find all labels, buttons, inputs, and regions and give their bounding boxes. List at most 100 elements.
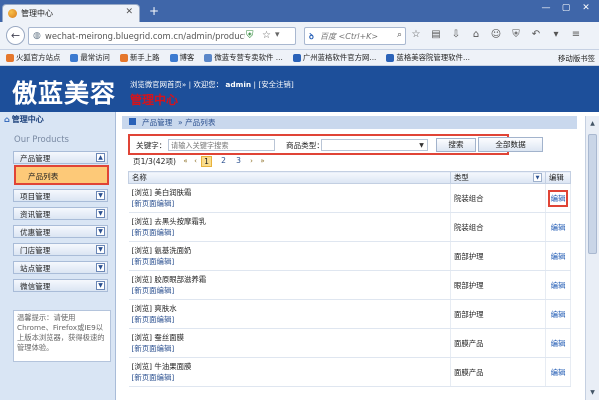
star-icon[interactable]: ☆ xyxy=(410,28,422,42)
search-button[interactable]: 搜索 xyxy=(436,138,476,152)
browse-link[interactable]: [浏览] xyxy=(132,333,153,342)
address-bar[interactable]: ◍ wechat-meirong.bluegrid.com.cn/admin/p… xyxy=(28,27,296,45)
last-page-icon[interactable]: » xyxy=(258,157,267,166)
bookmark-icon xyxy=(70,53,79,62)
edit-link[interactable]: 编辑 xyxy=(551,281,566,290)
edit-cell: 编辑 xyxy=(545,270,571,300)
first-page-icon[interactable]: « xyxy=(181,157,190,166)
download-icon[interactable]: ⇩ xyxy=(450,28,462,42)
search-bar[interactable]: ꝺ ⌕ xyxy=(304,27,406,45)
product-name: [浏览] 去黑头按摩霜乳 xyxy=(132,216,451,227)
site-header: 傲蓝美容 浏览微官网首页» | 欢迎您： admin | [安全注销] 管理中心 xyxy=(0,66,599,112)
scrollbar-thumb[interactable] xyxy=(588,134,597,254)
back-button[interactable]: ← xyxy=(6,26,25,45)
close-window-icon[interactable]: ✕ xyxy=(577,2,595,14)
chevron-down-icon[interactable]: ▼ xyxy=(96,281,105,290)
chevron-down-icon[interactable]: ▼ xyxy=(533,173,542,182)
mobile-bookmarks[interactable]: 移动版书签 xyxy=(558,53,595,64)
sidebar-group-promotions[interactable]: 优惠管理 ▼ xyxy=(13,225,108,238)
browse-link[interactable]: [浏览] xyxy=(132,217,153,226)
chevron-down-icon[interactable]: ▼ xyxy=(96,263,105,272)
shield-icon[interactable]: ⛨ xyxy=(510,28,522,42)
page-icon xyxy=(129,118,136,125)
chevron-down-icon[interactable]: ▼ xyxy=(96,227,105,236)
all-data-button[interactable]: 全部数据 xyxy=(478,137,543,152)
edit-link[interactable]: 编辑 xyxy=(551,310,566,319)
bookmark-item[interactable]: 广州蓝格软件官方网... xyxy=(292,52,376,63)
chevron-up-icon[interactable]: ▲ xyxy=(96,153,105,162)
home-icon[interactable]: ⌂ xyxy=(470,28,482,42)
sidebar-group-site[interactable]: 站点管理 ▼ xyxy=(13,261,108,274)
prev-page-icon[interactable]: ‹ xyxy=(191,157,200,166)
new-page-edit-link[interactable]: [新页面编辑] xyxy=(132,198,451,209)
edit-link[interactable]: 编辑 xyxy=(551,339,566,348)
sidebar-group-wechat[interactable]: 微信管理 ▼ xyxy=(13,279,108,292)
search-icon[interactable]: ⌕ xyxy=(397,30,402,40)
reading-list-icon[interactable]: ▤ xyxy=(430,28,442,42)
search-input[interactable] xyxy=(320,30,390,42)
home-link[interactable]: 浏览微官网首页» xyxy=(130,80,186,89)
menu-icon[interactable]: ≡ xyxy=(570,28,582,42)
product-name: [浏览] 胶原眼部滋养霜 xyxy=(132,274,451,285)
edit-link[interactable]: 编辑 xyxy=(551,368,566,377)
vertical-scrollbar[interactable]: ▲ ▼ xyxy=(585,116,599,400)
maximize-icon[interactable]: ▢ xyxy=(557,2,575,14)
bookmark-item[interactable]: 蓝格美容院管理软件... xyxy=(386,52,470,63)
bookmark-item[interactable]: 最常访问 xyxy=(70,52,110,63)
chevron-down-icon[interactable]: ▼ xyxy=(96,191,105,200)
keyword-input[interactable] xyxy=(168,139,275,151)
username: admin xyxy=(225,80,252,89)
site-logo: 傲蓝美容 xyxy=(12,79,117,108)
chevron-down-icon[interactable]: ▼ xyxy=(96,245,105,254)
bookmark-item[interactable]: 火狐官方站点 xyxy=(6,52,60,63)
browser-tab[interactable]: 管理中心 ✕ xyxy=(2,4,140,22)
edit-link[interactable]: 编辑 xyxy=(551,194,566,203)
new-page-edit-link[interactable]: [新页面编辑] xyxy=(132,372,451,383)
dropdown-icon[interactable]: ▾ xyxy=(550,28,562,42)
page-link[interactable]: 3 xyxy=(233,156,244,167)
new-page-edit-link[interactable]: [新页面编辑] xyxy=(132,256,451,267)
close-tab-icon[interactable]: ✕ xyxy=(125,7,133,17)
browse-link[interactable]: [浏览] xyxy=(132,275,153,284)
sidebar-item-product-list[interactable]: 产品列表 xyxy=(14,165,109,185)
browse-link[interactable]: [浏览] xyxy=(132,246,153,255)
page-title: 管理中心 xyxy=(130,93,179,107)
column-header-type[interactable]: 类型 ▼ xyxy=(450,171,546,184)
edit-link[interactable]: 编辑 xyxy=(551,223,566,232)
type-select[interactable]: ▼ xyxy=(321,139,428,151)
chat-icon[interactable]: ☺ xyxy=(490,28,502,42)
bookmark-item[interactable]: 博客 xyxy=(169,52,194,63)
sidebar-group-stores[interactable]: 门店管理 ▼ xyxy=(13,243,108,256)
new-page-edit-link[interactable]: [新页面编辑] xyxy=(132,343,451,354)
bookmark-star-icon[interactable]: ☆ xyxy=(262,30,271,41)
shield-icon[interactable]: ⛨ xyxy=(246,30,254,41)
browse-link[interactable]: [浏览] xyxy=(132,362,153,371)
column-header-name[interactable]: 名称 xyxy=(128,171,451,184)
sidebar-group-products[interactable]: 产品管理 ▲ xyxy=(13,151,108,164)
sidebar-group-news[interactable]: 资讯管理 ▼ xyxy=(13,207,108,220)
minimize-icon[interactable]: — xyxy=(537,2,555,14)
browse-link[interactable]: [浏览] xyxy=(132,304,153,313)
sidebar: ⌂ 管理中心 Our Products 产品管理 ▲ xyxy=(0,112,116,400)
chevron-down-icon[interactable]: ▼ xyxy=(96,209,105,218)
new-page-edit-link[interactable]: [新页面编辑] xyxy=(132,314,451,325)
breadcrumb-level1[interactable]: 产品管理 xyxy=(142,117,172,128)
new-page-edit-link[interactable]: [新页面编辑] xyxy=(132,285,451,296)
logout-link[interactable]: | [安全注销] xyxy=(254,80,294,89)
page-link[interactable]: 1 xyxy=(201,156,212,167)
edit-link[interactable]: 编辑 xyxy=(551,252,566,261)
next-page-icon[interactable]: › xyxy=(247,157,256,166)
product-name: [浏览] 爽肤水 xyxy=(132,303,451,314)
new-page-edit-link[interactable]: [新页面编辑] xyxy=(132,227,451,238)
scroll-down-icon[interactable]: ▼ xyxy=(588,388,597,397)
new-tab-button[interactable]: + xyxy=(149,4,159,18)
bookmark-item[interactable]: 新手上路 xyxy=(119,52,160,63)
scroll-up-icon[interactable]: ▲ xyxy=(588,119,597,128)
undo-icon[interactable]: ↶ xyxy=(530,28,542,42)
name-cell: [浏览] 去黑头按摩霜乳 [新页面编辑] xyxy=(128,212,451,242)
bookmark-item[interactable]: 微蓝专营专卖软件 ... xyxy=(204,52,283,63)
sidebar-group-projects[interactable]: 项目管理 ▼ xyxy=(13,189,108,202)
page-link[interactable]: 2 xyxy=(218,156,229,167)
chevron-down-icon[interactable]: ▾ xyxy=(275,30,280,40)
browse-link[interactable]: [浏览] xyxy=(132,188,153,197)
